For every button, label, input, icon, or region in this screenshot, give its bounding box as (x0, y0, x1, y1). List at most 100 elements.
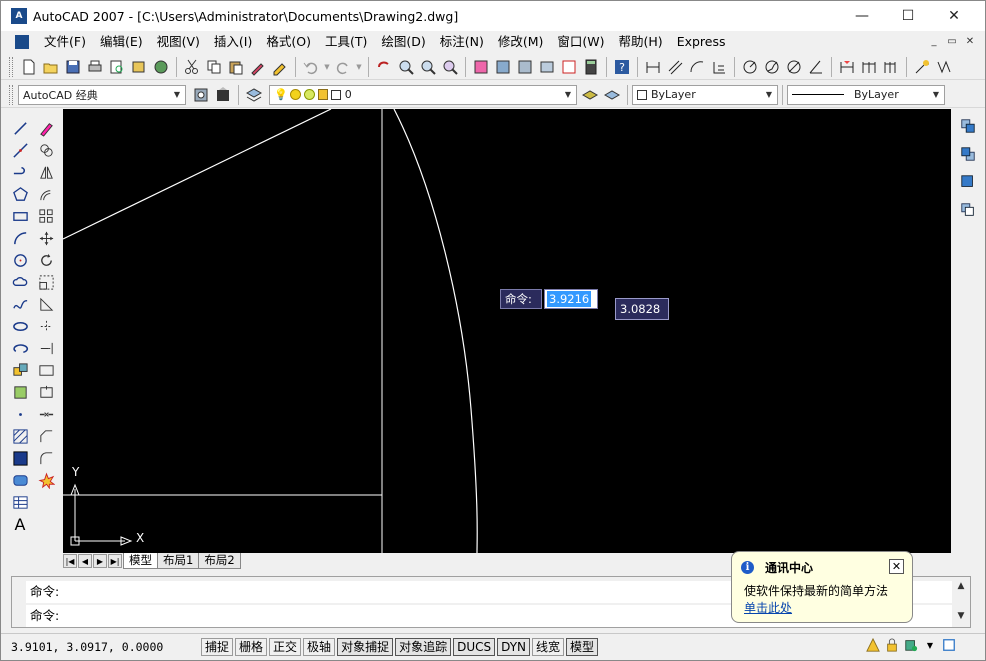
new-icon[interactable] (18, 56, 40, 78)
ducs-toggle[interactable]: DUCS (453, 638, 496, 656)
menu-view[interactable]: 视图(V) (150, 31, 207, 53)
angular-dimension-icon[interactable] (805, 56, 827, 78)
linear-dimension-icon[interactable] (642, 56, 664, 78)
linetype-dropdown[interactable]: ByLayer ▼ (787, 84, 945, 105)
multiline-text-icon[interactable]: A (9, 513, 31, 535)
fillet-icon[interactable] (35, 447, 57, 469)
doc-close-button[interactable]: ✕ (962, 35, 978, 49)
tab-layout2[interactable]: 布局2 (198, 553, 241, 569)
scale-icon[interactable] (35, 271, 57, 293)
otrack-toggle[interactable]: 对象追踪 (395, 638, 452, 656)
calculator-icon[interactable] (580, 56, 602, 78)
publish-icon[interactable] (128, 56, 150, 78)
properties-icon[interactable] (470, 56, 492, 78)
break-at-point-icon[interactable] (35, 359, 57, 381)
match-properties-icon[interactable] (247, 56, 269, 78)
first-tab-button[interactable]: |◀ (63, 554, 77, 568)
rotate-icon[interactable] (35, 249, 57, 271)
join-icon[interactable] (35, 403, 57, 425)
status-menu-icon[interactable]: ▼ (922, 637, 938, 653)
menu-window[interactable]: 窗口(W) (550, 31, 611, 53)
array-icon[interactable] (35, 205, 57, 227)
menu-tools[interactable]: 工具(T) (318, 31, 374, 53)
menu-format[interactable]: 格式(O) (259, 31, 318, 53)
document-icon[interactable] (15, 35, 29, 49)
chamfer-icon[interactable] (35, 425, 57, 447)
quick-dimension-icon[interactable] (836, 56, 858, 78)
menu-draw[interactable]: 绘图(D) (374, 31, 432, 53)
tolerance-icon[interactable] (933, 56, 955, 78)
close-button[interactable]: ✕ (931, 1, 977, 31)
trim-icon[interactable] (35, 315, 57, 337)
construction-line-icon[interactable] (9, 139, 31, 161)
polygon-icon[interactable] (9, 183, 31, 205)
communication-center-icon[interactable] (903, 637, 919, 653)
radius-dimension-icon[interactable] (739, 56, 761, 78)
layer-previous-icon[interactable] (601, 84, 623, 106)
paste-icon[interactable] (225, 56, 247, 78)
spline-icon[interactable] (9, 293, 31, 315)
pan-realtime-icon[interactable] (373, 56, 395, 78)
jogged-dimension-icon[interactable] (761, 56, 783, 78)
scroll-down-icon[interactable]: ▼ (958, 611, 965, 621)
3d-dwf-icon[interactable] (150, 56, 172, 78)
plot-preview-icon[interactable] (106, 56, 128, 78)
bring-to-front-icon[interactable] (957, 115, 979, 137)
help-icon[interactable]: ? (611, 56, 633, 78)
revision-cloud-icon[interactable] (9, 271, 31, 293)
region-icon[interactable] (9, 469, 31, 491)
point-icon[interactable] (9, 403, 31, 425)
block-editor-icon[interactable] (269, 56, 291, 78)
markup-set-icon[interactable] (558, 56, 580, 78)
lock-icon[interactable] (317, 89, 328, 100)
toolbar-grip[interactable] (9, 84, 13, 105)
bring-above-icon[interactable] (957, 171, 979, 193)
ellipse-arc-icon[interactable] (9, 337, 31, 359)
move-icon[interactable] (35, 227, 57, 249)
break-icon[interactable] (35, 381, 57, 403)
circle-icon[interactable] (9, 249, 31, 271)
hatch-icon[interactable] (9, 425, 31, 447)
table-icon[interactable] (9, 491, 31, 513)
zoom-window-icon[interactable] (417, 56, 439, 78)
menu-modify[interactable]: 修改(M) (491, 31, 551, 53)
baseline-dimension-icon[interactable] (858, 56, 880, 78)
coordinate-readout[interactable]: 3.9101, 3.0917, 0.0000 (11, 640, 201, 654)
autocad-app-icon[interactable]: A (11, 8, 27, 24)
snap-toggle[interactable]: 捕捉 (201, 638, 234, 656)
dynamic-input-field[interactable]: 3.9216 (544, 289, 598, 309)
layer-dropdown[interactable]: 💡 0 ▼ (269, 84, 577, 105)
undo-icon[interactable] (300, 56, 322, 78)
design-center-icon[interactable] (492, 56, 514, 78)
open-icon[interactable] (40, 56, 62, 78)
balloon-link[interactable]: 单击此处 (744, 599, 792, 616)
lineweight-toggle[interactable]: 线宽 (532, 638, 565, 656)
polar-toggle[interactable]: 极轴 (303, 638, 336, 656)
prev-tab-button[interactable]: ◀ (78, 554, 92, 568)
cut-icon[interactable] (181, 56, 203, 78)
arc-icon[interactable] (9, 227, 31, 249)
dyn-toggle[interactable]: DYN (497, 638, 531, 656)
qleader-icon[interactable] (911, 56, 933, 78)
balloon-close-button[interactable]: ✕ (889, 559, 904, 574)
maximize-button[interactable]: ☐ (885, 1, 931, 31)
make-current-layer-icon[interactable] (579, 84, 601, 106)
menu-help[interactable]: 帮助(H) (612, 31, 670, 53)
my-workspace-icon[interactable] (212, 84, 234, 106)
aligned-dimension-icon[interactable] (664, 56, 686, 78)
copy-icon[interactable] (203, 56, 225, 78)
lock-toolbar-icon[interactable] (884, 637, 900, 653)
mirror-icon[interactable] (35, 161, 57, 183)
sheet-set-icon[interactable] (536, 56, 558, 78)
send-to-back-icon[interactable] (957, 143, 979, 165)
polyline-icon[interactable] (9, 161, 31, 183)
explode-icon[interactable] (35, 469, 57, 491)
menu-express[interactable]: Express (670, 31, 733, 53)
toolbar-grip[interactable] (9, 56, 13, 77)
undo-dropdown-icon[interactable]: ▼ (322, 56, 332, 78)
clean-screen-icon[interactable] (941, 637, 957, 653)
layer-manager-icon[interactable] (243, 84, 265, 106)
scroll-up-icon[interactable]: ▲ (958, 581, 965, 591)
redo-icon[interactable] (332, 56, 354, 78)
model-toggle[interactable]: 模型 (566, 638, 599, 656)
